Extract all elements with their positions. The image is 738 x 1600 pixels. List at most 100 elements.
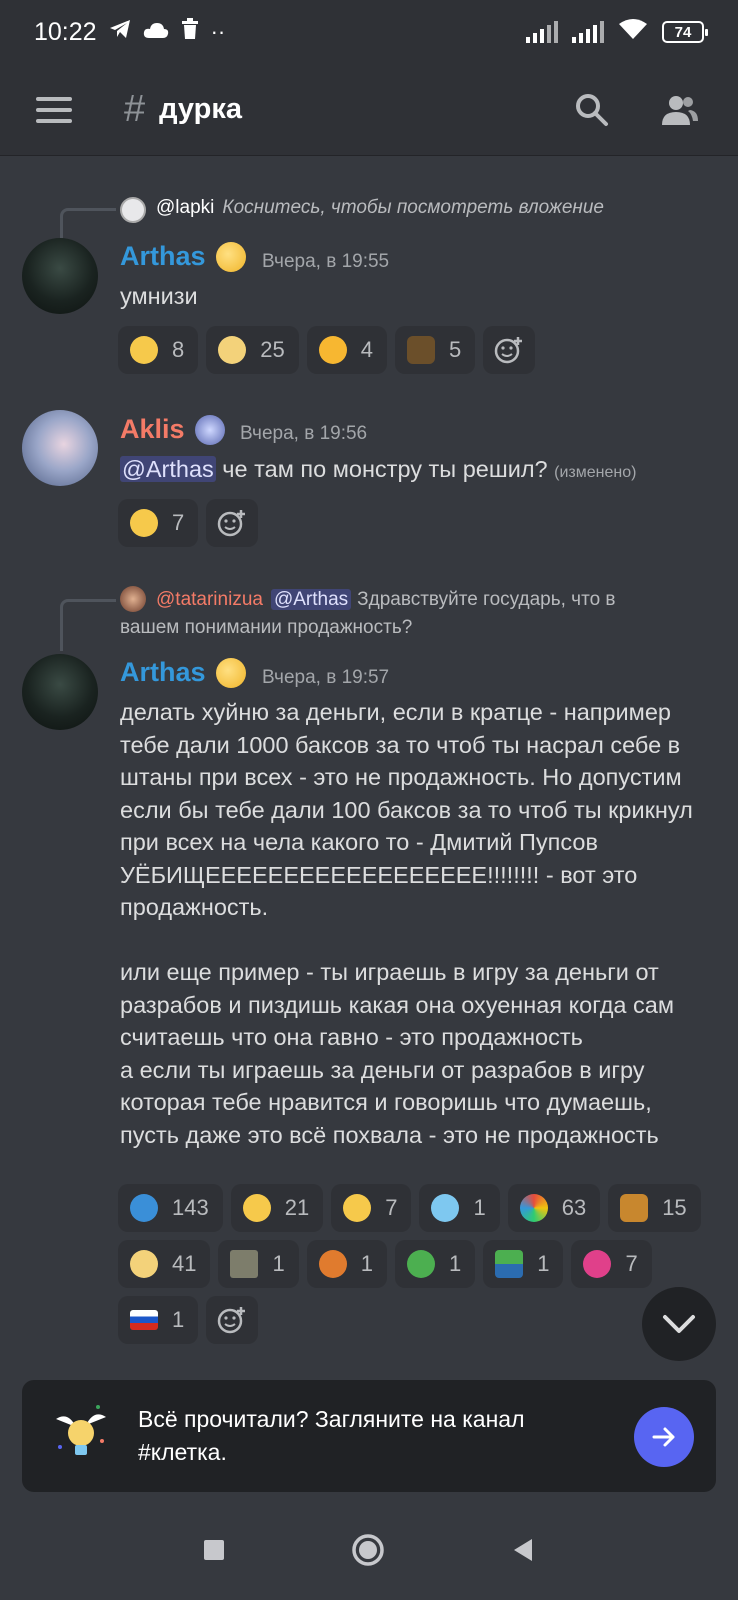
pink-fish-emoji-icon	[583, 1250, 612, 1278]
reaction[interactable]: 21	[230, 1184, 324, 1232]
raised-eyebrow-emoji-icon	[242, 1194, 271, 1222]
reaction-count: 15	[662, 1195, 687, 1220]
reaction[interactable]: 4	[306, 326, 387, 374]
message-author[interactable]: Arthas	[120, 657, 246, 688]
add-reaction-button[interactable]	[483, 326, 536, 374]
members-icon[interactable]	[656, 86, 704, 134]
add-reaction-icon	[494, 337, 523, 364]
reaction[interactable]: 1	[218, 1240, 299, 1288]
reaction[interactable]: 143	[118, 1184, 223, 1232]
message-line: делать хуйню за деньги, если в кратце - …	[120, 699, 671, 725]
russian-flag-emoji-icon	[130, 1310, 158, 1330]
trollface-emoji-icon	[130, 1250, 158, 1278]
reaction[interactable]: 5	[394, 326, 476, 374]
reaction-count: 41	[172, 1251, 197, 1276]
reaction-count: 7	[172, 510, 185, 535]
channel-name: дурка	[159, 93, 243, 125]
add-reaction-icon	[218, 510, 246, 537]
message-line: УЁБИЩЕЕЕЕЕЕЕЕЕЕЕЕЕЕЕЕЕЕ!!!!!!!! - вот эт…	[120, 861, 638, 888]
lightbulb-wings-icon	[46, 1401, 116, 1471]
reply-preview[interactable]: @lapki Коснитесь, чтобы посмотреть вложе…	[120, 197, 604, 223]
reaction[interactable]: 41	[118, 1240, 211, 1288]
signal-icon-2	[572, 21, 604, 43]
go-to-channel-button[interactable]	[634, 1407, 694, 1467]
trash-icon	[181, 18, 199, 46]
home-icon[interactable]	[351, 1533, 385, 1567]
reaction[interactable]: 1	[483, 1240, 564, 1288]
author-name: Arthas	[120, 241, 206, 271]
message-line: пусть даже это всё похвала - это не прод…	[120, 1121, 659, 1148]
reaction[interactable]: 8	[118, 326, 199, 374]
message-line: разрабов и пиздишь какая она охуенная ко…	[120, 991, 675, 1018]
reaction-count: 143	[172, 1195, 209, 1220]
reaction-count: 7	[625, 1251, 638, 1276]
king-emoji-icon	[620, 1194, 649, 1222]
reply-preview[interactable]: @tatarinizua @Arthas Здравствуйте государь…	[120, 586, 700, 642]
fish-emoji-icon	[130, 1194, 158, 1222]
banner-text: Всё прочитали? Загляните на канал #клетк…	[138, 1403, 578, 1469]
message-timestamp: Вчера, в 19:55	[262, 251, 390, 272]
picture-emoji-icon	[230, 1250, 259, 1278]
reaction[interactable]: 15	[608, 1184, 701, 1232]
reaction[interactable]: 1	[118, 1296, 199, 1344]
reaction[interactable]: 7	[331, 1184, 412, 1232]
reaction[interactable]: 7	[571, 1240, 652, 1288]
avatar[interactable]	[22, 410, 98, 486]
system-nav-bar	[0, 1500, 738, 1600]
status-time: 10:22	[34, 17, 97, 46]
user-mention[interactable]: @Arthas	[120, 456, 216, 482]
add-reaction-button[interactable]	[206, 499, 259, 547]
reaction[interactable]: 1	[419, 1184, 500, 1232]
scroll-to-bottom-button[interactable]	[642, 1287, 716, 1361]
search-icon[interactable]	[568, 86, 616, 134]
mask-emoji-icon	[406, 336, 435, 364]
trollface-badge-icon	[215, 241, 246, 272]
reaction[interactable]: 63	[507, 1184, 601, 1232]
author-name: Aklis	[120, 414, 185, 444]
signal-icon	[526, 21, 558, 43]
next-channel-banner[interactable]: Всё прочитали? Загляните на канал #клетк…	[22, 1380, 716, 1492]
channel-header: # дурка	[0, 64, 738, 156]
reaction-count: 21	[284, 1195, 310, 1220]
reaction-count: 1	[537, 1251, 550, 1276]
reaction-count: 1	[473, 1195, 486, 1220]
message-text: делать хуйню за деньги, если в кратце - …	[120, 696, 720, 1151]
add-reaction-icon	[218, 1307, 246, 1334]
reaction-count: 25	[260, 337, 285, 362]
telegram-icon	[109, 19, 131, 45]
reaction-count: 4	[360, 337, 373, 362]
reaction-count: 1	[360, 1251, 373, 1276]
trollface-badge-icon	[215, 657, 246, 688]
message-list[interactable]: @lapki Коснитесь, чтобы посмотреть вложе…	[0, 156, 738, 1356]
message-line: а если ты играешь за деньги от разрабов …	[120, 1056, 645, 1083]
message-author[interactable]: Arthas	[120, 241, 246, 272]
menu-icon[interactable]	[36, 96, 72, 123]
avatar[interactable]	[22, 238, 98, 314]
reply-attachment-text: Коснитесь, чтобы посмотреть вложение	[222, 197, 604, 218]
message-line: продажность.	[120, 894, 269, 920]
message-line: штаны при всех - это не продажность. Но …	[120, 764, 682, 790]
reaction-count: 63	[561, 1195, 587, 1220]
battery-icon: 74	[662, 21, 708, 43]
reaction[interactable]: 25	[206, 326, 299, 374]
message-author[interactable]: Aklis	[120, 414, 225, 445]
arrow-right-icon	[652, 1427, 675, 1447]
avatar[interactable]	[22, 654, 98, 730]
thinking-face-emoji-icon	[343, 1194, 372, 1222]
reply-mention: @Arthas	[270, 589, 352, 610]
message-timestamp: Вчера, в 19:57	[262, 667, 390, 688]
reaction[interactable]: 1	[306, 1240, 387, 1288]
message-line: умнизи	[120, 283, 198, 309]
reaction[interactable]: 1	[394, 1240, 476, 1288]
reply-connector	[60, 208, 116, 238]
edited-label: (изменено)	[554, 464, 637, 481]
status-bar: 10:22 ·· 74	[0, 0, 738, 64]
banner-line2: #клетка.	[138, 1439, 227, 1465]
reaction[interactable]: 7	[118, 499, 199, 547]
add-reaction-button[interactable]	[206, 1296, 259, 1344]
back-icon[interactable]	[510, 1537, 536, 1563]
recents-icon[interactable]	[202, 1538, 226, 1562]
reply-connector	[60, 599, 116, 651]
reaction-count: 8	[172, 337, 185, 362]
trollface-emoji-icon	[218, 336, 247, 364]
